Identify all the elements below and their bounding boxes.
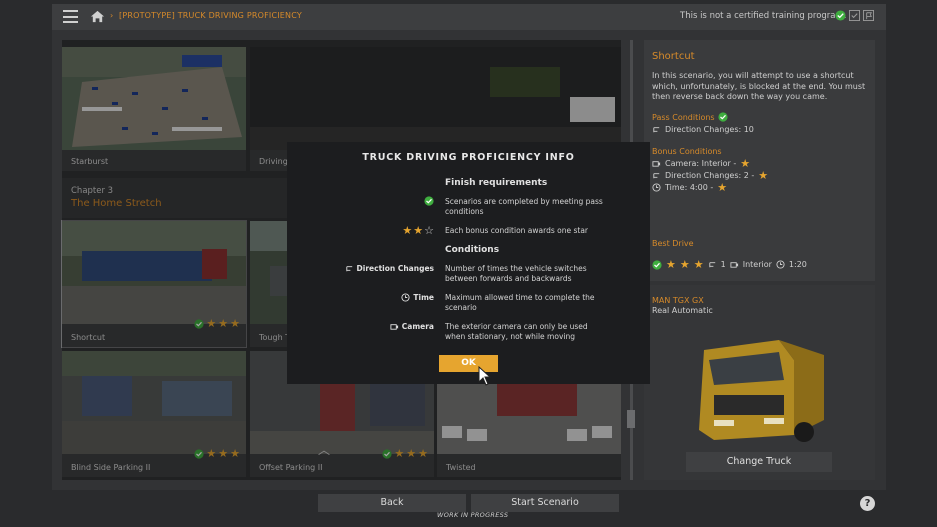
bonus-row-time: Time: 4:00 - ★ [652,182,727,193]
menu-icon[interactable] [63,10,78,23]
modal-title: TRUCK DRIVING PROFICIENCY INFO [362,152,575,163]
truck-image [699,340,824,442]
truck-panel: MAN TGX GX Real Automatic Change Truck [644,285,875,480]
pass-row-direction: Direction Changes: 10 [652,125,754,134]
camera-icon [390,324,398,330]
camera-icon [652,161,661,167]
star-icon: ★ [717,181,728,194]
requirement-icon-stars: ★ ★ ☆ [402,225,434,236]
star-icon: ★ [740,157,751,170]
star-icon: ★ [693,258,704,271]
back-button[interactable]: Back [318,494,466,512]
star-icon: ★ [758,169,769,182]
breadcrumb[interactable]: [PROTOTYPE] TRUCK DRIVING PROFICIENCY [119,11,302,20]
condition-direction-desc: Number of times the vehicle switches bet… [445,264,587,283]
star-icon: ★ [679,258,690,271]
scrollbar-thumb[interactable] [627,410,635,428]
scenario-title: Shortcut [652,51,695,62]
condition-camera-desc: The exterior camera can only be used whe… [445,322,588,341]
conditions-heading: Conditions [445,245,500,255]
work-in-progress-label: WORK IN PROGRESS [437,511,509,519]
check-circle-icon [652,259,662,270]
best-drive-row: ★ ★ ★ 1 Interior 1:20 [652,259,807,270]
top-bar: › [PROTOTYPE] TRUCK DRIVING PROFICIENCY … [52,4,886,30]
check-circle-icon [718,112,728,122]
help-icon[interactable]: ? [860,496,875,511]
direction-change-icon [653,173,660,179]
check-circle-icon [424,196,434,206]
bonus-row-direction: Direction Changes: 2 - ★ [652,170,768,181]
star-outline-icon: ☆ [424,224,434,237]
requirement-icon-pass [424,196,434,206]
condition-time-text: Time [413,293,434,302]
clock-icon [776,260,785,269]
flag-icon [863,10,874,21]
best-drive-heading: Best Drive [652,239,694,248]
certification-notice: This is not a certified training program… [680,11,847,21]
check-circle-icon [835,10,846,21]
condition-camera-label: Camera [390,322,434,331]
change-truck-button[interactable]: Change Truck [686,452,832,472]
requirement-stars-text: Each bonus condition awards one star [445,226,589,235]
finish-requirements-heading: Finish requirements [445,178,548,188]
pass-conditions-heading: Pass Conditions [652,112,728,122]
condition-direction-label: Direction Changes [345,264,434,273]
best-direction-value: 1 [720,260,726,269]
direction-change-icon [653,127,660,133]
bonus-row-camera: Camera: Interior - ★ [652,158,750,169]
truck-name: MAN TGX GX [652,296,704,305]
bonus-row-text: Camera: Interior - [665,159,737,168]
mouse-cursor-icon [478,366,492,386]
condition-time-label: Time [401,293,434,302]
star-icon: ★ [402,224,413,237]
breadcrumb-arrow-icon: › [110,11,114,20]
truck-transmission: Real Automatic [652,306,713,315]
requirement-pass-text: Scenarios are completed by meeting pass … [445,197,603,216]
bonus-row-text: Direction Changes: 2 - [665,171,755,180]
condition-camera-text: Camera [401,322,434,331]
bonus-conditions-heading: Bonus Conditions [652,147,722,156]
clock-icon [401,293,410,302]
clock-icon [652,183,661,192]
pass-conditions-label: Pass Conditions [652,112,715,122]
info-modal: TRUCK DRIVING PROFICIENCY INFO Finish re… [287,142,650,384]
bonus-row-text: Time: 4:00 - [665,183,714,192]
home-icon[interactable] [90,9,105,24]
direction-change-icon [345,266,352,272]
direction-change-icon [708,262,715,268]
condition-time-desc: Maximum allowed time to complete the sce… [445,293,595,312]
scenario-details-panel: Shortcut In this scenario, you will atte… [644,40,875,281]
start-scenario-button[interactable]: Start Scenario [471,494,619,512]
best-camera-value: Interior [742,260,772,269]
condition-direction-text: Direction Changes [356,264,434,273]
best-time-value: 1:20 [788,260,807,269]
star-icon: ★ [413,224,424,237]
star-icon: ★ [666,258,676,271]
camera-icon [730,262,738,268]
pass-badge-icon [849,10,860,21]
pass-row-text: Direction Changes: 10 [665,125,754,134]
scenario-description: In this scenario, you will attempt to us… [652,71,866,101]
